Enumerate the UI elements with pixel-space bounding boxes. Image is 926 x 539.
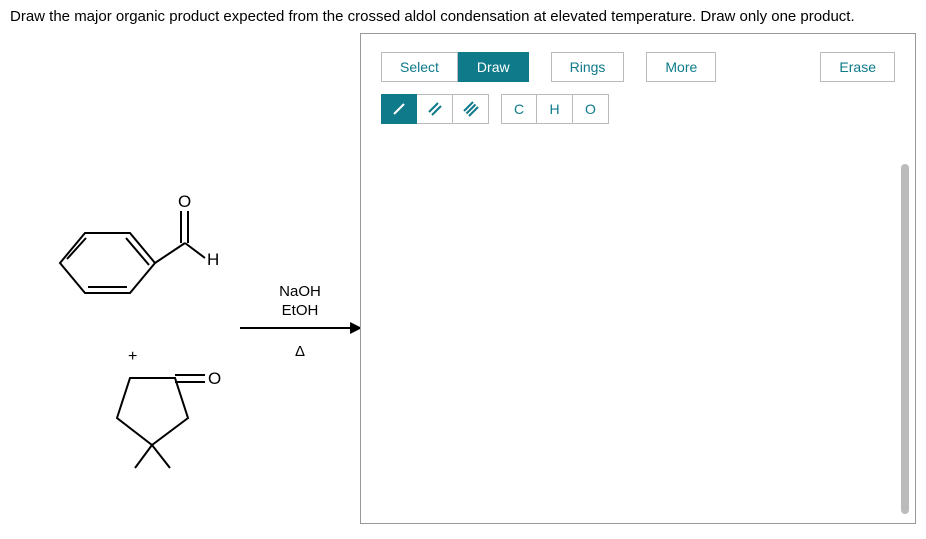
mode-row: Select Draw Rings More Erase	[381, 52, 895, 82]
main-area: O H + O	[0, 33, 926, 532]
dimethylcyclopentanone-structure: O	[90, 363, 240, 478]
bond-element-row: C H O	[381, 94, 895, 124]
reactants-panel: O H + O	[0, 33, 360, 532]
scrollbar[interactable]	[901, 164, 909, 514]
hydrogen-button[interactable]: H	[537, 94, 573, 124]
reagent-etoh: EtOH	[240, 302, 360, 321]
benzaldehyde-structure: O H	[30, 193, 220, 328]
toolbar: Select Draw Rings More Erase	[361, 34, 915, 124]
oxygen-label: O	[178, 193, 191, 211]
more-button[interactable]: More	[646, 52, 716, 82]
reaction-arrow: NaOH EtOH Δ	[240, 283, 360, 360]
arrow-line	[240, 327, 360, 329]
carbon-button[interactable]: C	[501, 94, 537, 124]
draw-button[interactable]: Draw	[458, 52, 529, 82]
rings-button[interactable]: Rings	[551, 52, 625, 82]
double-bond-button[interactable]	[417, 94, 453, 124]
drawing-canvas-panel: Select Draw Rings More Erase	[360, 33, 916, 524]
element-group: C H O	[501, 94, 609, 124]
erase-button[interactable]: Erase	[820, 52, 895, 82]
oxygen-button[interactable]: O	[573, 94, 609, 124]
bond-group	[381, 94, 489, 124]
select-button[interactable]: Select	[381, 52, 458, 82]
ketone-oxygen-label: O	[208, 369, 221, 388]
triple-bond-button[interactable]	[453, 94, 489, 124]
heat-symbol: Δ	[240, 343, 360, 360]
question-text: Draw the major organic product expected …	[0, 0, 926, 33]
hydrogen-label: H	[207, 250, 219, 269]
reagent-naoh: NaOH	[240, 283, 360, 302]
single-bond-button[interactable]	[381, 94, 417, 124]
